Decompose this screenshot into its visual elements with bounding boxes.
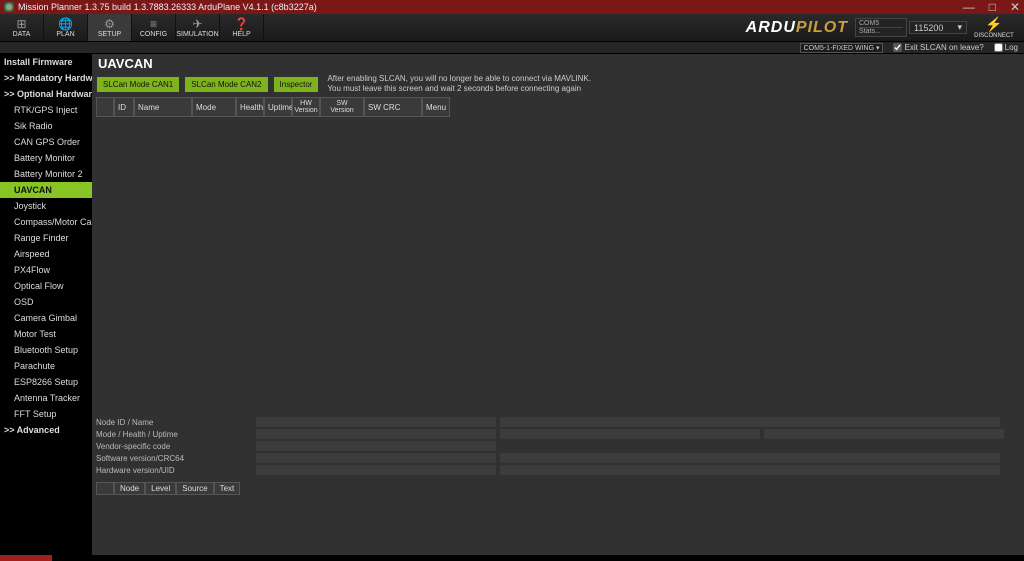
sidebar-item-fft-setup[interactable]: FFT Setup: [0, 406, 92, 422]
baud-selector[interactable]: 115200▾: [909, 21, 967, 34]
window-title: Mission Planner 1.3.75 build 1.3.7883.26…: [18, 2, 317, 12]
node-info: Node ID / Name Mode / Health / Uptime Ve…: [96, 415, 1020, 477]
config-icon: ≡: [146, 17, 162, 31]
toolbar-help[interactable]: ❓HELP: [220, 14, 264, 41]
disconnect-icon: ⚡: [985, 16, 1002, 33]
sidebar-item-range-finder[interactable]: Range Finder: [0, 230, 92, 246]
sidebar-item-parachute[interactable]: Parachute: [0, 358, 92, 374]
col-source[interactable]: Source: [176, 482, 213, 495]
ardupilot-logo: ARDUPILOT: [746, 19, 848, 37]
sidebar-item--mandatory-hardware[interactable]: >> Mandatory Hardware: [0, 70, 92, 86]
col-hwver[interactable]: HWVersion: [292, 97, 320, 117]
sidebar-item-optical-flow[interactable]: Optical Flow: [0, 278, 92, 294]
log-table-header: Node Level Source Text: [96, 482, 1020, 495]
status-strip: COM5-1-FIXED WING ▾ Exit SLCAN on leave?…: [0, 42, 1024, 54]
sidebar-item-can-gps-order[interactable]: CAN GPS Order: [0, 134, 92, 150]
sidebar-item-antenna-tracker[interactable]: Antenna Tracker: [0, 390, 92, 406]
toolbar-setup[interactable]: ⚙SETUP: [88, 14, 132, 41]
col-uptime[interactable]: Uptime: [264, 97, 292, 117]
toolbar-data[interactable]: ⊞DATA: [0, 14, 44, 41]
col-menu[interactable]: Menu: [422, 97, 450, 117]
col-mode[interactable]: Mode: [192, 97, 236, 117]
maximize-button[interactable]: □: [989, 0, 996, 14]
sidebar-item-uavcan[interactable]: UAVCAN: [0, 182, 92, 198]
data-icon: ⊞: [14, 17, 30, 31]
sidebar-item-joystick[interactable]: Joystick: [0, 198, 92, 214]
col-swver[interactable]: SWVersion: [320, 97, 364, 117]
col-name[interactable]: Name: [134, 97, 192, 117]
sidebar-item-airspeed[interactable]: Airspeed: [0, 246, 92, 262]
sidebar-item-px4flow[interactable]: PX4Flow: [0, 262, 92, 278]
slcan-can1-button[interactable]: SLCan Mode CAN1: [96, 76, 180, 93]
sidebar-item-compass-motor-calib[interactable]: Compass/Motor Calib: [0, 214, 92, 230]
content-pane: UAVCAN SLCan Mode CAN1 SLCan Mode CAN2 I…: [92, 54, 1024, 555]
plan-icon: 🌐: [58, 17, 74, 31]
setup-icon: ⚙: [102, 17, 118, 31]
close-button[interactable]: ✕: [1010, 0, 1020, 14]
titlebar: Mission Planner 1.3.75 build 1.3.7883.26…: [0, 0, 1024, 14]
toolbar-simulation[interactable]: ✈SIMULATION: [176, 14, 220, 41]
exit-slcan-checkbox[interactable]: Exit SLCAN on leave?: [893, 43, 983, 52]
slcan-can2-button[interactable]: SLCan Mode CAN2: [184, 76, 268, 93]
help-icon: ❓: [234, 17, 250, 31]
inspector-button[interactable]: Inspector: [273, 76, 320, 93]
sidebar-item-battery-monitor[interactable]: Battery Monitor: [0, 150, 92, 166]
sidebar-item-sik-radio[interactable]: Sik Radio: [0, 118, 92, 134]
sidebar-item-motor-test[interactable]: Motor Test: [0, 326, 92, 342]
sidebar-item-battery-monitor-2[interactable]: Battery Monitor 2: [0, 166, 92, 182]
sidebar-item-rtk-gps-inject[interactable]: RTK/GPS Inject: [0, 102, 92, 118]
sidebar-item-bluetooth-setup[interactable]: Bluetooth Setup: [0, 342, 92, 358]
sidebar-item-esp8266-setup[interactable]: ESP8266 Setup: [0, 374, 92, 390]
col-level[interactable]: Level: [145, 482, 176, 495]
nodes-table-header: ID Name Mode Health Uptime HWVersion SWV…: [96, 97, 1020, 117]
minimize-button[interactable]: —: [963, 0, 975, 14]
toolbar-plan[interactable]: 🌐PLAN: [44, 14, 88, 41]
col-swcrc[interactable]: SW CRC: [364, 97, 422, 117]
sidebar-item--advanced[interactable]: >> Advanced: [0, 422, 92, 438]
sidebar-item-osd[interactable]: OSD: [0, 294, 92, 310]
sidebar: Install Firmware>> Mandatory Hardware>> …: [0, 54, 92, 555]
main-toolbar: ⊞DATA🌐PLAN⚙SETUP≡CONFIG✈SIMULATION❓HELP …: [0, 14, 1024, 42]
sidebar-item--optional-hardware[interactable]: >> Optional Hardware: [0, 86, 92, 102]
footer-indicator: [0, 555, 52, 561]
col-id[interactable]: ID: [114, 97, 134, 117]
app-icon: [4, 2, 14, 12]
disconnect-button[interactable]: ⚡ DISCONNECT: [968, 16, 1020, 39]
log-checkbox[interactable]: Log: [994, 43, 1018, 52]
slcan-notice: After enabling SLCAN, you will no longer…: [327, 74, 591, 94]
col-health[interactable]: Health: [236, 97, 264, 117]
simulation-icon: ✈: [190, 17, 206, 31]
toolbar-config[interactable]: ≡CONFIG: [132, 14, 176, 41]
sidebar-item-camera-gimbal[interactable]: Camera Gimbal: [0, 310, 92, 326]
col-node[interactable]: Node: [114, 482, 145, 495]
page-title: UAVCAN: [92, 54, 1024, 73]
sidebar-item-install-firmware[interactable]: Install Firmware: [0, 54, 92, 70]
vehicle-selector[interactable]: COM5-1-FIXED WING ▾: [800, 43, 884, 53]
col-text[interactable]: Text: [214, 482, 241, 495]
port-selector[interactable]: COM5 Stats...: [855, 18, 907, 37]
